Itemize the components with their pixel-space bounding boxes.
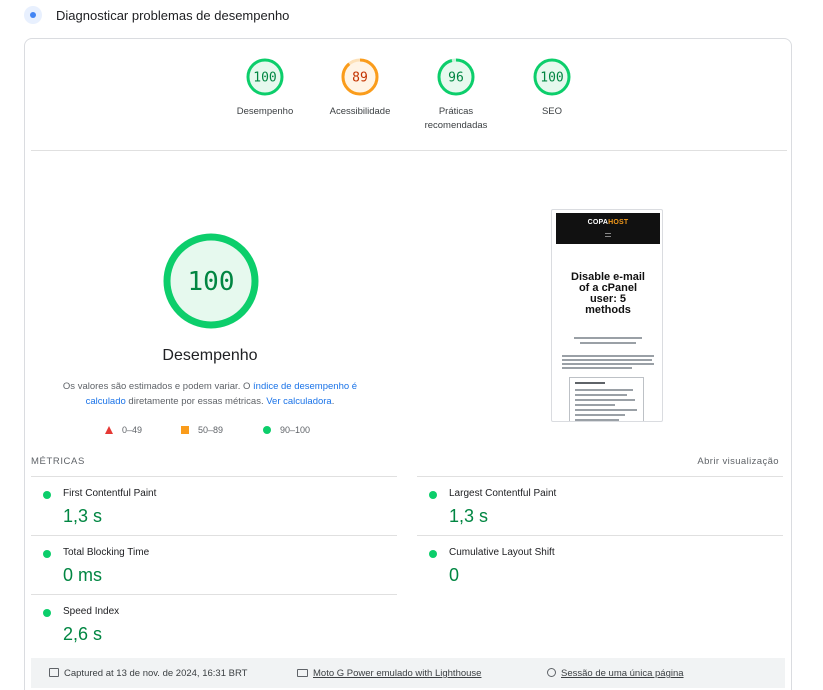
gauge-best-practices-ring: 96 bbox=[437, 58, 475, 96]
pass-circle-icon bbox=[43, 609, 51, 617]
gauge-accessibility[interactable]: 89 Acessibilidade bbox=[310, 57, 410, 119]
pass-circle-icon bbox=[429, 550, 437, 558]
screenshot-logo: COPAHOST bbox=[587, 219, 629, 226]
metric-si-value: 2,6 s bbox=[63, 624, 103, 644]
metric-fcp: First Contentful Paint 1,3 s bbox=[31, 476, 397, 534]
report-card: 100 Desempenho 89 Acessibilidade 96 Prát… bbox=[24, 38, 792, 690]
performance-main-ring: 100 bbox=[163, 233, 259, 329]
diagnose-icon bbox=[24, 6, 42, 24]
gauge-accessibility-label: Acessibilidade bbox=[329, 106, 391, 117]
average-square-icon bbox=[181, 426, 189, 434]
metrics-heading: MÉTRICAS bbox=[31, 456, 85, 467]
pass-circle-icon bbox=[429, 491, 437, 499]
footer-session[interactable]: Sessão de uma única página bbox=[547, 668, 684, 679]
performance-main-score: 100 bbox=[188, 267, 235, 297]
metric-si: Speed Index 2,6 s bbox=[31, 594, 397, 652]
metric-cls-name: Cumulative Layout Shift bbox=[449, 547, 555, 558]
gauge-performance-ring: 100 bbox=[246, 58, 284, 96]
metric-cls: Cumulative Layout Shift 0 bbox=[417, 535, 783, 593]
metric-tbt-name: Total Blocking Time bbox=[63, 547, 150, 558]
gauge-performance-score: 100 bbox=[253, 71, 276, 86]
pass-circle-icon bbox=[43, 550, 51, 558]
legend-fail: 0–49 bbox=[105, 425, 142, 435]
metric-lcp-name: Largest Contentful Paint bbox=[449, 488, 557, 499]
screenshot-table-of-contents bbox=[569, 377, 644, 421]
gauge-performance[interactable]: 100 Desempenho bbox=[215, 57, 315, 119]
screenshot-heading: Disable e-mail of a cPanel user: 5 metho… bbox=[571, 271, 645, 316]
footer-captured: Captured at 13 de nov. de 2024, 16:31 BR… bbox=[49, 668, 247, 679]
metric-si-name: Speed Index bbox=[63, 606, 120, 617]
gauge-seo-label: SEO bbox=[541, 106, 563, 117]
legend-average: 50–89 bbox=[181, 425, 223, 435]
expand-view-toggle[interactable]: Abrir visualização bbox=[697, 456, 779, 467]
description-text-3: . bbox=[331, 396, 335, 407]
page-title: Diagnosticar problemas de desempenho bbox=[56, 8, 290, 23]
menu-icon bbox=[605, 233, 611, 237]
performance-main-title: Desempenho bbox=[162, 347, 258, 364]
gauge-accessibility-ring: 89 bbox=[341, 58, 379, 96]
screenshot-site-header: COPAHOST bbox=[556, 213, 660, 244]
calculator-link[interactable]: Ver calculadora bbox=[266, 396, 331, 407]
final-screenshot[interactable]: COPAHOST Disable e-mail of a cPanel user… bbox=[551, 209, 663, 422]
legend-pass: 90–100 bbox=[263, 425, 310, 435]
screenshot-meta bbox=[566, 337, 650, 349]
pass-circle-icon bbox=[43, 491, 51, 499]
gauge-seo-score: 100 bbox=[540, 71, 563, 86]
run-info-footer: Captured at 13 de nov. de 2024, 16:31 BR… bbox=[31, 658, 785, 688]
page-header: Diagnosticar problemas de desempenho bbox=[0, 0, 823, 32]
performance-description: Os valores são estimados e podem variar.… bbox=[49, 379, 371, 409]
metric-lcp-value: 1,3 s bbox=[449, 506, 489, 526]
gauge-best-practices-score: 96 bbox=[448, 71, 464, 86]
metric-cls-value: 0 bbox=[449, 565, 460, 585]
description-text-1: Os valores são estimados e podem variar.… bbox=[62, 381, 254, 392]
gauge-accessibility-score: 89 bbox=[352, 71, 368, 86]
gauge-performance-label: Desempenho bbox=[236, 106, 294, 117]
calendar-icon bbox=[49, 668, 59, 677]
metric-fcp-value: 1,3 s bbox=[63, 506, 103, 526]
metric-fcp-name: First Contentful Paint bbox=[63, 488, 157, 499]
performance-main-gauge: 100 bbox=[161, 231, 261, 331]
pass-circle-icon bbox=[263, 426, 271, 434]
gauges-divider bbox=[31, 150, 787, 151]
footer-device[interactable]: Moto G Power emulado with Lighthouse bbox=[297, 668, 481, 679]
category-gauges: 100 Desempenho 89 Acessibilidade 96 Prát… bbox=[25, 39, 791, 149]
gauge-best-practices-label: Práticas recomendadas bbox=[424, 106, 488, 131]
gauge-seo[interactable]: 100 SEO bbox=[502, 57, 602, 119]
fail-triangle-icon bbox=[105, 426, 113, 434]
metric-lcp: Largest Contentful Paint 1,3 s bbox=[417, 476, 783, 534]
metric-tbt: Total Blocking Time 0 ms bbox=[31, 535, 397, 593]
gauge-seo-ring: 100 bbox=[533, 58, 571, 96]
person-icon bbox=[547, 668, 556, 677]
description-text-2: diretamente por essas métricas. bbox=[125, 396, 267, 407]
metric-tbt-value: 0 ms bbox=[63, 565, 103, 585]
gauge-best-practices[interactable]: 96 Práticas recomendadas bbox=[406, 57, 506, 133]
device-icon bbox=[297, 669, 308, 677]
